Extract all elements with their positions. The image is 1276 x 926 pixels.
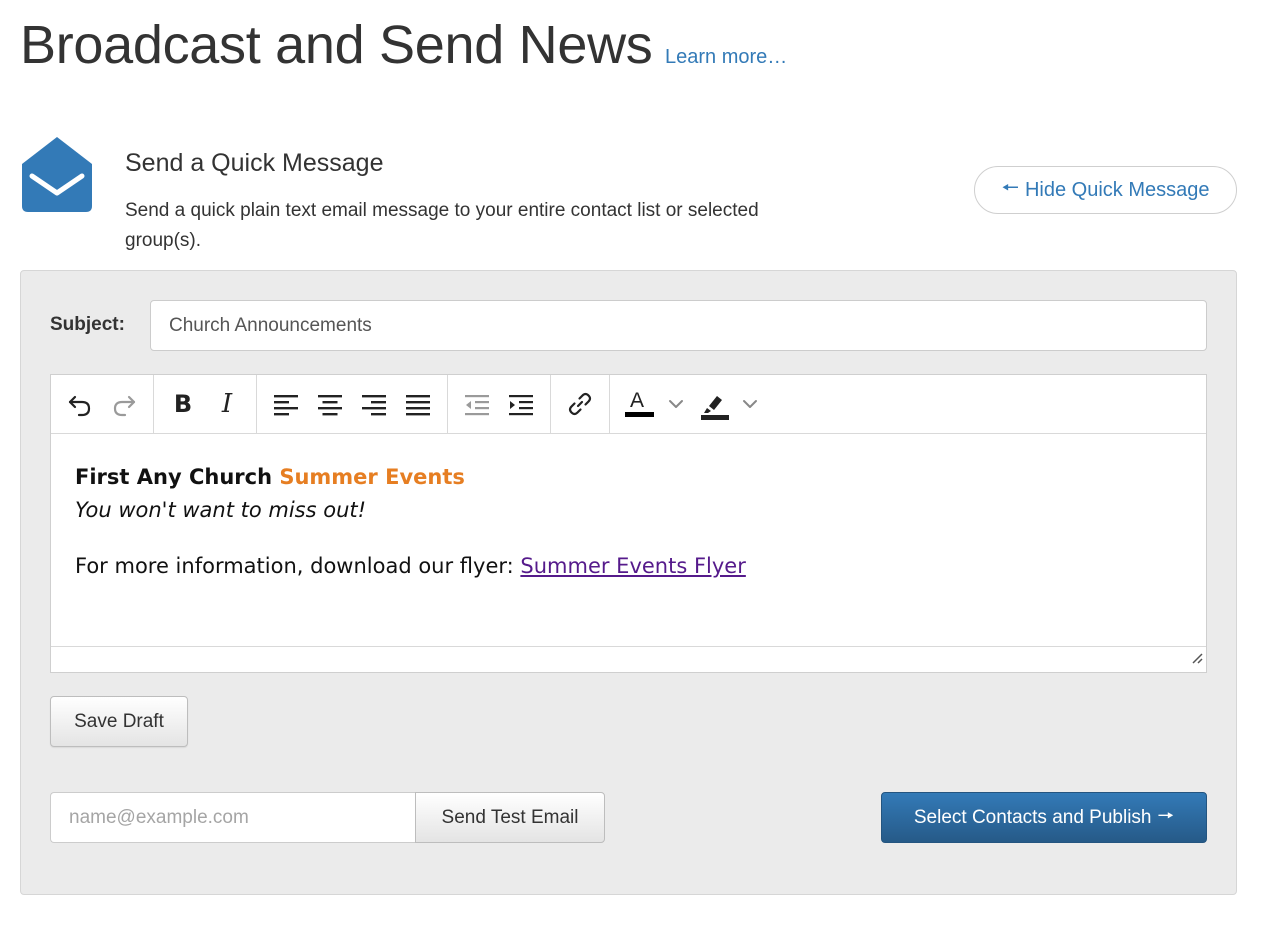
quick-message-heading: Send a Quick Message: [125, 149, 384, 177]
send-test-email-button[interactable]: Send Test Email: [415, 792, 605, 843]
editor-statusbar: [51, 646, 1206, 672]
align-justify-icon[interactable]: [396, 382, 440, 426]
bold-icon-glyph: B: [173, 390, 193, 418]
subject-label: Subject:: [50, 314, 125, 335]
flyer-link[interactable]: Summer Events Flyer: [520, 554, 745, 578]
text-color-icon[interactable]: A: [617, 382, 661, 426]
text-color-letter: A: [630, 389, 645, 412]
content-heading-bold: First Any Church: [75, 465, 280, 489]
arrow-right-icon: 🠖: [1157, 805, 1175, 827]
page-title: Broadcast and Send News: [20, 15, 653, 75]
align-left-icon[interactable]: [264, 382, 308, 426]
format-group: B I: [154, 375, 257, 433]
highlight-color-icon[interactable]: [691, 382, 735, 426]
link-group: [551, 375, 610, 433]
text-color-bar: [625, 412, 654, 417]
arrow-left-icon: 🠔: [1001, 177, 1019, 199]
outdent-icon[interactable]: [455, 382, 499, 426]
text-color-chevron-down-icon[interactable]: [661, 382, 691, 426]
content-heading-orange: Summer Events: [279, 465, 465, 489]
redo-icon[interactable]: [102, 382, 146, 426]
subject-input[interactable]: [150, 300, 1207, 351]
hide-quick-message-button[interactable]: 🠔 Hide Quick Message: [974, 166, 1237, 214]
history-group: [51, 375, 154, 433]
indent-group: [448, 375, 551, 433]
highlight-color-chevron-down-icon[interactable]: [735, 382, 765, 426]
link-icon[interactable]: [558, 382, 602, 426]
italic-icon[interactable]: I: [205, 382, 249, 426]
rich-text-editor: B I A First Any Church Summer Events You…: [50, 374, 1207, 673]
editor-toolbar: B I A: [51, 375, 1206, 434]
quick-message-description: Send a quick plain text email message to…: [125, 200, 759, 251]
select-contacts-and-publish-button[interactable]: Select Contacts and Publish 🠖: [881, 792, 1207, 843]
learn-more-link[interactable]: Learn more…: [665, 46, 787, 69]
align-right-icon[interactable]: [352, 382, 396, 426]
color-group: A: [610, 375, 772, 433]
publish-label: Select Contacts and Publish: [913, 806, 1152, 828]
italic-icon-glyph: I: [221, 389, 233, 419]
envelope-open-icon: [18, 134, 96, 214]
hide-quick-message-label: Hide Quick Message: [1024, 178, 1210, 201]
indent-icon[interactable]: [499, 382, 543, 426]
alignment-group: [257, 375, 448, 433]
test-email-input[interactable]: [50, 792, 416, 843]
resize-handle-icon[interactable]: [1189, 650, 1203, 669]
editor-content-area[interactable]: First Any Church Summer Events You won't…: [51, 434, 1206, 648]
content-heading-line: First Any Church Summer Events: [75, 460, 1182, 494]
content-tagline: You won't want to miss out!: [75, 498, 367, 522]
content-info-text: For more information, download our flyer…: [75, 554, 521, 578]
save-draft-button[interactable]: Save Draft: [50, 696, 188, 747]
undo-icon[interactable]: [58, 382, 102, 426]
align-center-icon[interactable]: [308, 382, 352, 426]
content-info-line: For more information, download our flyer…: [75, 550, 1182, 582]
bold-icon[interactable]: B: [161, 382, 205, 426]
